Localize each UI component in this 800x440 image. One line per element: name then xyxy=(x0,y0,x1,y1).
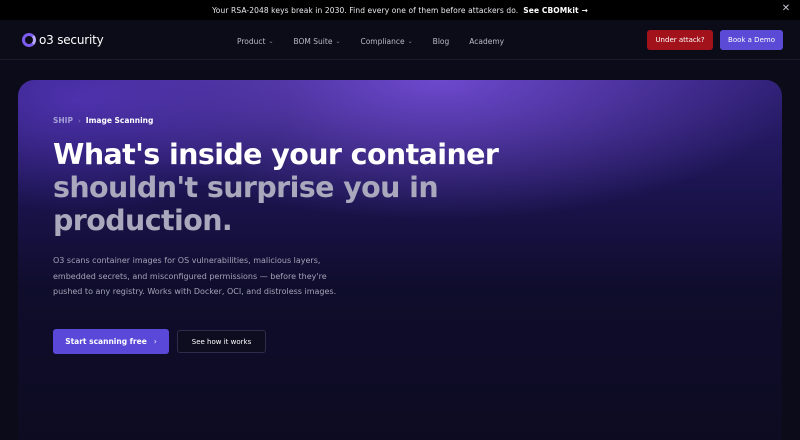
chevron-right-icon: › xyxy=(153,337,157,346)
nav-item-blog[interactable]: Blog xyxy=(433,34,450,48)
logo-text: o3 security xyxy=(39,33,104,47)
hero-description: O3 scans container images for OS vulnera… xyxy=(53,256,337,296)
nav-links: Product ⌄ BOM Suite ⌄ Compliance ⌄ Blog … xyxy=(237,34,524,48)
breadcrumb-item-ship[interactable]: SHIP xyxy=(53,116,73,125)
chevron-down-icon: ⌄ xyxy=(268,37,274,45)
under-attack-button[interactable]: Under attack? xyxy=(647,30,713,50)
headline-line-2: shouldn't surprise you in production. xyxy=(53,171,439,237)
nav-item-product[interactable]: Product ⌄ xyxy=(237,34,274,48)
nav-item-label: Academy xyxy=(469,36,505,46)
logo[interactable]: o3 security xyxy=(22,32,104,48)
chevron-down-icon: ⌄ xyxy=(335,37,341,45)
announcement-link[interactable]: See CBOMkit → xyxy=(523,6,588,15)
arrow-right-icon: → xyxy=(581,5,588,15)
chevron-down-icon: ⌄ xyxy=(407,37,413,45)
nav-item-label: Blog xyxy=(432,36,450,46)
nav-item-compliance[interactable]: Compliance ⌄ xyxy=(360,34,412,48)
nav-item-label: Compliance xyxy=(360,36,405,46)
logo-icon xyxy=(22,33,36,47)
announcement-text: Your RSA-2048 keys break in 2030. Find e… xyxy=(212,5,519,15)
headline-line-1: What's inside your container xyxy=(53,138,499,171)
nav-item-bom-suite[interactable]: BOM Suite ⌄ xyxy=(294,34,341,48)
hero-section: SHIP › Image Scanning What's inside your… xyxy=(18,80,782,440)
page-title: What's inside your container shouldn't s… xyxy=(53,138,533,237)
nav-item-label: BOM Suite xyxy=(293,36,333,46)
start-scanning-button[interactable]: Start scanning free › xyxy=(53,329,169,354)
start-scanning-label: Start scanning free xyxy=(65,337,147,346)
announcement-link-label: See CBOMkit xyxy=(523,5,579,15)
nav-item-academy[interactable]: Academy xyxy=(469,34,504,48)
breadcrumb-separator-icon: › xyxy=(77,116,81,125)
close-icon[interactable]: ✕ xyxy=(780,3,792,15)
breadcrumb: SHIP › Image Scanning xyxy=(53,116,153,125)
breadcrumb-item-current: Image Scanning xyxy=(85,116,154,125)
nav-item-label: Product xyxy=(237,36,266,46)
book-demo-button[interactable]: Book a Demo xyxy=(720,30,783,50)
see-how-it-works-button[interactable]: See how it works xyxy=(177,330,266,353)
announcement-bar: Your RSA-2048 keys break in 2030. Find e… xyxy=(0,0,800,20)
